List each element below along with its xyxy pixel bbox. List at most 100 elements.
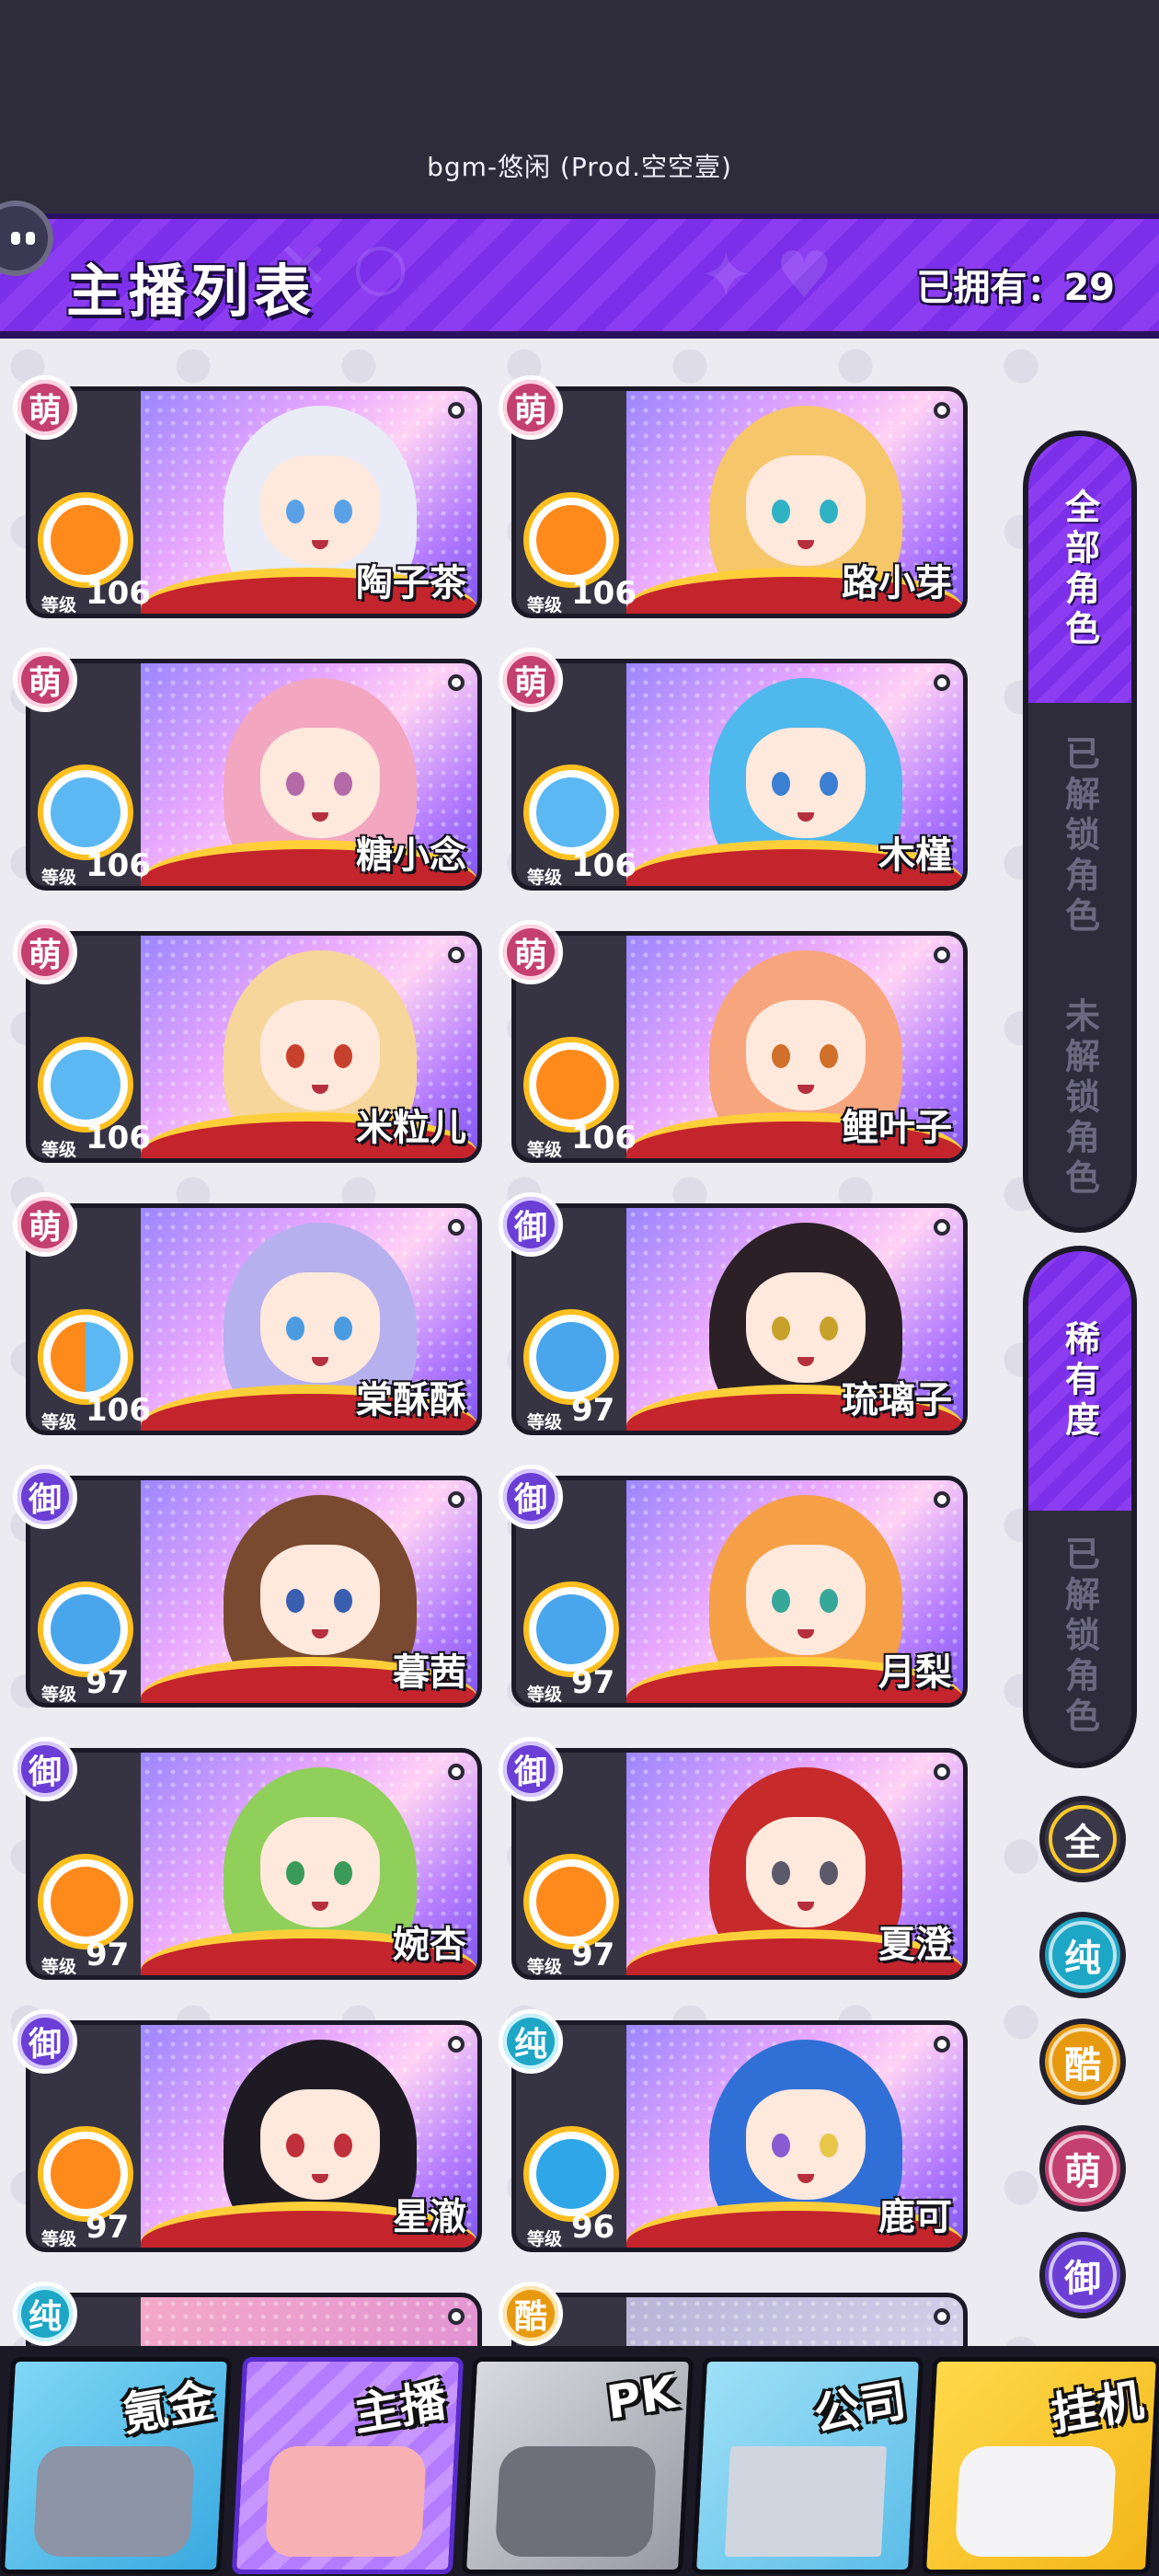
level-value: 106 <box>86 1120 151 1156</box>
rarity-ku-button[interactable]: 酷 <box>1039 2018 1126 2105</box>
rarity-badge-yu: 御 <box>499 1465 563 1529</box>
building-icon <box>724 2446 888 2557</box>
streamer-card[interactable]: 等级 97 婉杏 <box>26 1748 482 1980</box>
filter-unlocked-characters[interactable]: 已解锁角色 <box>1028 703 1131 970</box>
filter-rarity[interactable]: 稀有度 <box>1028 1251 1131 1511</box>
streamer-card[interactable]: 等级 106 米粒儿 <box>26 931 482 1163</box>
nav-tab-topup[interactable]: 氪金 <box>0 2357 233 2574</box>
filter-rarity-unlocked[interactable]: 已解锁角色 <box>1028 1511 1131 1763</box>
streamer-card[interactable]: 等级 97 夏澄 <box>511 1748 968 1980</box>
character-eye <box>286 1317 304 1340</box>
character-face <box>260 455 380 566</box>
card-corner-dot <box>934 947 950 963</box>
character-eye <box>286 1044 304 1068</box>
rarity-all-button[interactable]: 全 <box>1039 1796 1126 1882</box>
character-name: 琉璃子 <box>842 1379 952 1421</box>
streamer-card[interactable]: 等级 106 棠酥酥 <box>26 1203 482 1435</box>
character-name: 路小芽 <box>842 562 952 604</box>
level-label: 等级 <box>527 2229 563 2249</box>
character-name: 米粒儿 <box>356 1107 466 1149</box>
streamer-card-partial[interactable] <box>511 2293 968 2346</box>
character-face <box>746 2089 866 2200</box>
level-value: 106 <box>86 575 151 612</box>
nav-tab-pk[interactable]: PK <box>461 2357 694 2574</box>
character-eye <box>772 2133 790 2157</box>
character-eye <box>334 1861 352 1885</box>
streamer-card[interactable]: 等级 106 陶子茶 <box>26 386 482 618</box>
header-decoration: ✦ ♥ <box>699 237 833 313</box>
character-face <box>260 1272 380 1383</box>
character-eye <box>334 2133 352 2157</box>
character-name: 夏澄 <box>878 1924 952 1966</box>
piggy-bank-icon <box>954 2446 1118 2557</box>
character-eye <box>772 1589 790 1613</box>
streamer-card[interactable]: 等级 97 月梨 <box>511 1476 968 1708</box>
character-name: 星澈 <box>393 2196 466 2238</box>
character-eye <box>286 500 304 523</box>
character-face <box>746 728 866 838</box>
card-corner-dot <box>448 402 465 419</box>
rarity-badge-yu: 御 <box>13 2009 77 2074</box>
character-name: 棠酥酥 <box>356 1379 466 1421</box>
blue-cat-icon <box>38 765 133 860</box>
pig-mascot-icon <box>264 2446 428 2557</box>
character-name: 暮茜 <box>393 1651 466 1694</box>
character-eye <box>772 1861 790 1885</box>
streamer-card[interactable]: 等级 96 鹿可 <box>511 2020 968 2252</box>
card-corner-dot <box>934 674 950 691</box>
filter-locked-characters[interactable]: 未解锁角色 <box>1028 970 1131 1227</box>
blue-rose-icon <box>38 1581 133 1677</box>
card-corner-dot <box>934 402 950 419</box>
character-eye <box>820 1589 838 1613</box>
rarity-badge-yu: 御 <box>499 1737 563 1801</box>
character-eye <box>286 2133 304 2157</box>
streamer-card[interactable]: 等级 106 鲤叶子 <box>511 931 968 1163</box>
level-value: 106 <box>571 575 637 612</box>
streamer-card[interactable]: 等级 106 木槿 <box>511 659 968 891</box>
character-face <box>260 1000 380 1110</box>
blue-rose-icon <box>523 1581 619 1677</box>
bottom-nav: 氪金 主播 PK 公司 挂机 <box>0 2346 1159 2576</box>
rarity-meng-button[interactable]: 萌 <box>1039 2125 1126 2212</box>
streamer-card[interactable]: 等级 106 糖小念 <box>26 659 482 891</box>
level-label: 等级 <box>41 1140 77 1160</box>
page-header: ✕ ○ ✦ ♥ 主播列表 已拥有：29 <box>0 213 1159 339</box>
level-value: 97 <box>86 1664 130 1701</box>
filter-all-characters[interactable]: 全部角色 <box>1028 436 1131 703</box>
rarity-filter-panel: 稀有度 已解锁角色 <box>1023 1246 1137 1768</box>
streamer-card[interactable]: 等级 97 暮茜 <box>26 1476 482 1708</box>
character-eye <box>334 1044 352 1068</box>
orange-rose-icon <box>38 1854 133 1949</box>
character-eye <box>772 500 790 523</box>
character-name: 糖小念 <box>356 834 466 877</box>
coin-pile-icon <box>32 2446 196 2557</box>
nav-tab-streamer[interactable]: 主播 <box>231 2357 465 2574</box>
nav-tab-company[interactable]: 公司 <box>691 2357 924 2574</box>
character-eye <box>820 500 838 523</box>
streamer-list[interactable]: 等级 106 陶子茶 萌 等级 106 路小芽 萌 等级 106 糖小念 萌 等… <box>0 339 1159 2346</box>
rarity-badge-yu: 御 <box>499 1192 563 1257</box>
orange-rose-icon <box>38 2126 133 2222</box>
card-corner-dot <box>934 1491 950 1508</box>
level-label: 等级 <box>527 868 563 888</box>
streamer-card[interactable]: 等级 106 路小芽 <box>511 386 968 618</box>
level-value: 97 <box>571 1392 615 1429</box>
character-eye <box>334 772 352 796</box>
page-title: 主播列表 <box>66 258 317 325</box>
streamer-card-partial[interactable] <box>26 2293 482 2346</box>
rarity-chun-button[interactable]: 纯 <box>1039 1912 1126 1998</box>
character-face <box>260 1545 380 1655</box>
streamer-card[interactable]: 等级 97 星澈 <box>26 2020 482 2252</box>
character-name: 木槿 <box>878 834 952 877</box>
orange-cat-icon <box>523 492 619 588</box>
character-eye <box>820 1861 838 1885</box>
streamer-card[interactable]: 等级 97 琉璃子 <box>511 1203 968 1435</box>
nav-tab-idle[interactable]: 挂机 <box>921 2357 1159 2574</box>
character-portrait <box>626 2297 963 2346</box>
level-value: 106 <box>571 1120 637 1156</box>
card-corner-dot <box>448 947 465 963</box>
blue-rose-icon <box>523 1309 619 1405</box>
rarity-yu-button[interactable]: 御 <box>1039 2232 1126 2318</box>
character-eye <box>334 1589 352 1613</box>
bgm-track-label: bgm-悠闲 (Prod.空空壹) <box>427 152 732 182</box>
